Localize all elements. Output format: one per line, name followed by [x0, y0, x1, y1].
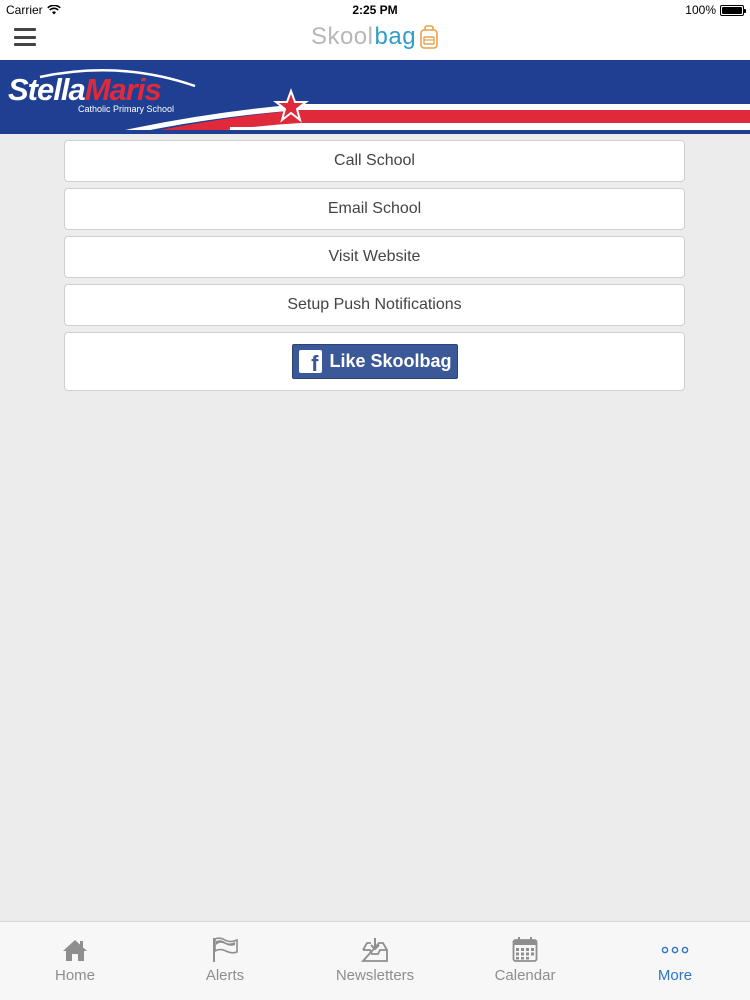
tab-home-label: Home	[54, 967, 95, 984]
facebook-icon: f	[298, 350, 322, 373]
inbox-download-icon	[361, 937, 389, 963]
tab-newsletters[interactable]: Newsletters	[300, 922, 450, 1000]
tab-calendar[interactable]: Calendar	[450, 922, 600, 1000]
logo-text-bag: bag	[374, 23, 417, 50]
tab-more-label: More	[657, 967, 693, 984]
tab-home[interactable]: Home	[0, 922, 150, 1000]
battery-icon	[720, 4, 746, 16]
nav-bar: Skool bag	[0, 20, 750, 60]
schoolbag-icon	[420, 25, 438, 49]
status-bar: Carrier 2:25 PM 100%	[0, 0, 750, 20]
more-actions-list: Call School Email School Visit Website S…	[64, 140, 685, 397]
call-school-button[interactable]: Call School	[64, 140, 685, 182]
tab-newsletters-label: Newsletters	[335, 967, 415, 984]
tab-more[interactable]: More	[600, 922, 750, 1000]
status-time: 2:25 PM	[352, 3, 398, 17]
skoolbag-logo: Skool bag	[0, 23, 750, 51]
school-name-word1: Stella	[8, 72, 86, 107]
school-subtitle: Catholic Primary School	[78, 104, 175, 114]
email-school-button[interactable]: Email School	[64, 188, 685, 230]
battery-status: 100%	[685, 3, 746, 17]
tab-calendar-label: Calendar	[494, 967, 556, 984]
more-dots-icon	[661, 937, 689, 963]
tab-bar: Home Alerts Newsletters Calendar More	[0, 921, 750, 1000]
tab-alerts-label: Alerts	[205, 967, 245, 984]
tab-alerts[interactable]: Alerts	[150, 922, 300, 1000]
school-name-logo: StellaMaris	[8, 72, 162, 107]
facebook-like-label: Like Skoolbag	[329, 351, 452, 371]
home-icon	[62, 937, 88, 963]
facebook-like-button[interactable]: f Like Skoolbag	[291, 344, 458, 379]
school-name-word2: Maris	[84, 72, 162, 107]
facebook-like-row: f Like Skoolbag	[64, 332, 685, 391]
school-banner: StellaMaris Catholic Primary School	[0, 60, 750, 134]
flag-icon	[211, 937, 239, 963]
visit-website-button[interactable]: Visit Website	[64, 236, 685, 278]
calendar-icon	[512, 937, 538, 963]
logo-text-skool: Skool	[310, 23, 374, 50]
battery-percent: 100%	[685, 3, 716, 17]
setup-push-notifications-button[interactable]: Setup Push Notifications	[64, 284, 685, 326]
